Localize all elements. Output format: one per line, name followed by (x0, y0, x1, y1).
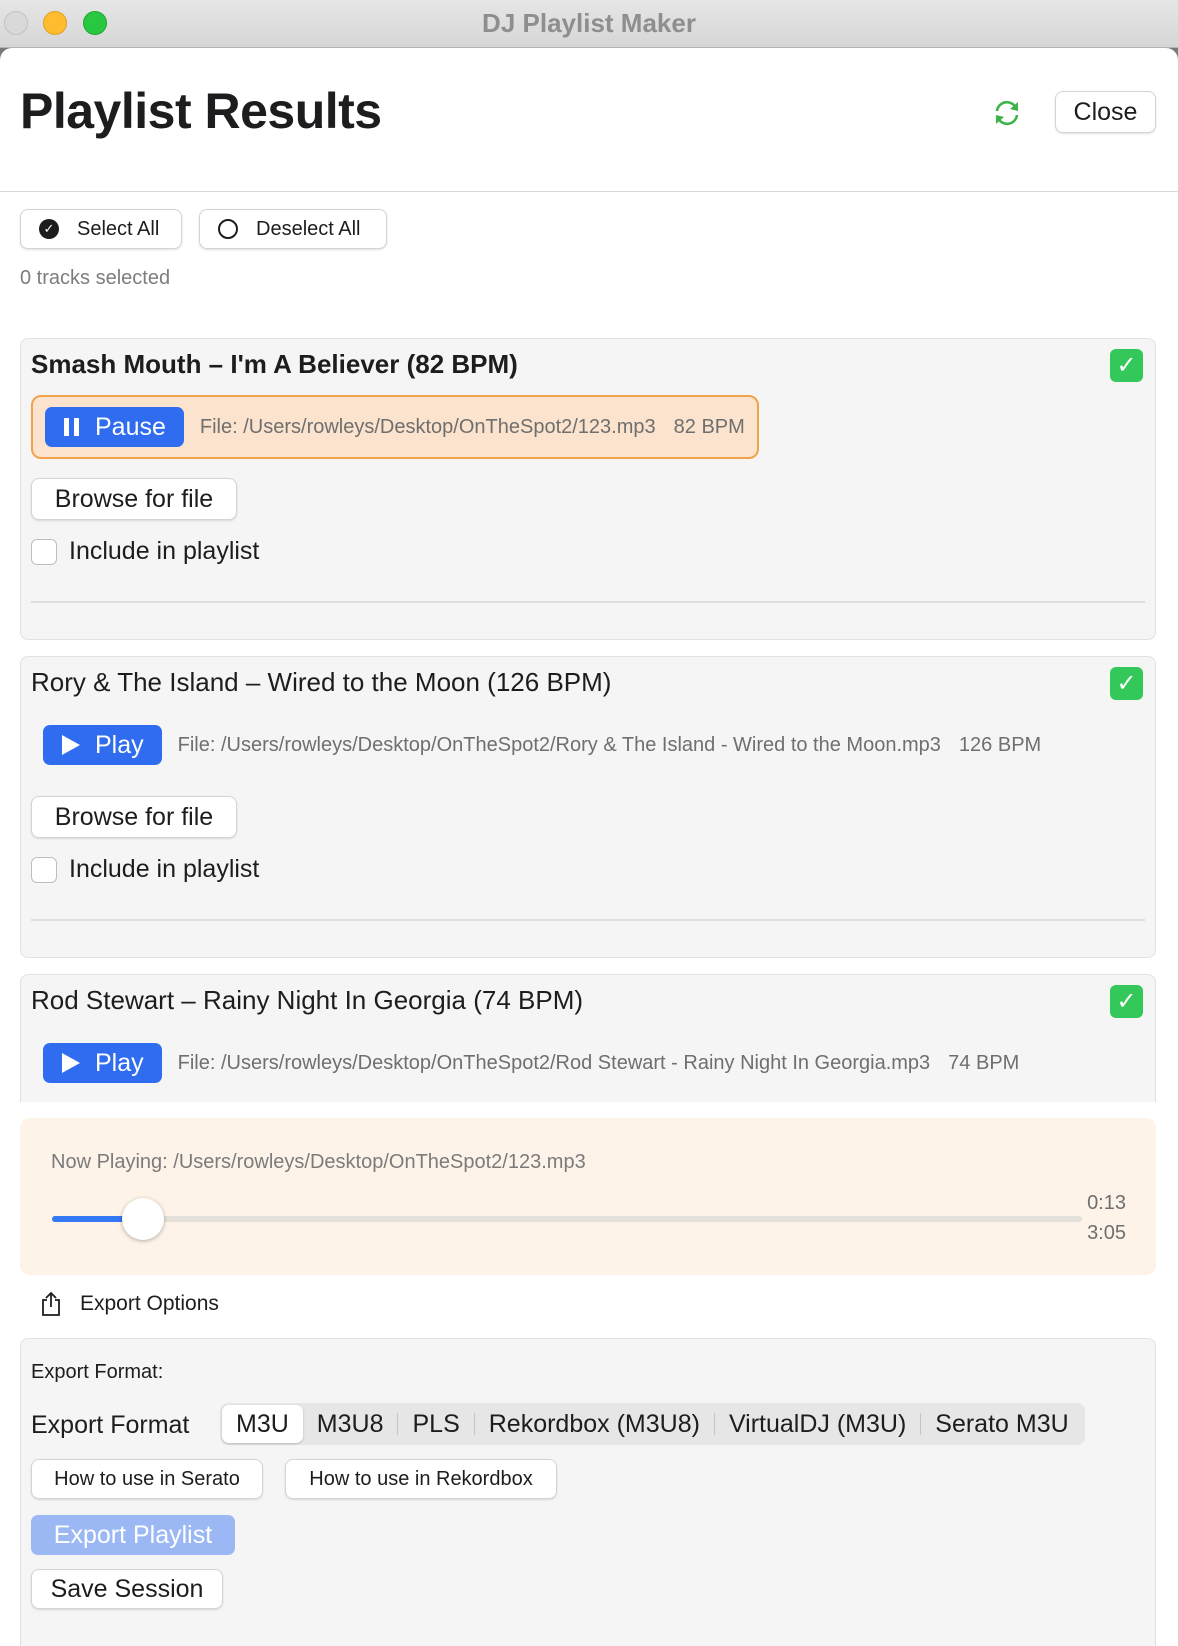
pause-label: Pause (95, 412, 166, 441)
pause-button[interactable]: Pause (45, 407, 184, 447)
track-title: Rod Stewart – Rainy Night In Georgia (74… (31, 985, 584, 1015)
playback-slider[interactable] (52, 1198, 1082, 1240)
time-total: 3:05 (1087, 1222, 1126, 1244)
results-sheet: Playlist Results Close ✓ Select All Dese… (0, 48, 1178, 1646)
checkmark-circle-icon: ✓ (39, 219, 59, 239)
format-option-pls[interactable]: PLS (398, 1405, 473, 1443)
select-all-label: Select All (77, 217, 160, 240)
file-path: File: /Users/rowleys/Desktop/OnTheSpot2/… (177, 1051, 931, 1074)
checkmark-icon: ✓ (1110, 667, 1143, 700)
howto-serato-button[interactable]: How to use in Serato (31, 1459, 263, 1499)
track-card: Rod Stewart – Rainy Night In Georgia (74… (20, 974, 1156, 1102)
window-title: DJ Playlist Maker (482, 8, 696, 38)
include-label: Include in playlist (69, 855, 260, 883)
file-path: File: /Users/rowleys/Desktop/OnTheSpot2/… (177, 733, 941, 756)
export-panel: Export Format: Export Format M3U M3U8 PL… (20, 1338, 1156, 1646)
browse-file-button[interactable]: Browse for file (31, 796, 237, 838)
track-list[interactable]: Smash Mouth – I'm A Believer (82 BPM) ✓ … (0, 338, 1178, 1102)
track-title: Rory & The Island – Wired to the Moon (1… (31, 667, 612, 697)
card-divider (31, 919, 1145, 921)
format-option-virtualdj[interactable]: VirtualDJ (M3U) (715, 1405, 920, 1443)
format-option-m3u8[interactable]: M3U8 (303, 1405, 398, 1443)
export-options-header[interactable]: Export Options (40, 1291, 219, 1317)
play-icon (62, 735, 80, 755)
page-title: Playlist Results (20, 83, 382, 139)
close-button[interactable]: Close (1055, 91, 1156, 133)
howto-rekordbox-button[interactable]: How to use in Rekordbox (285, 1459, 557, 1499)
deselect-all-button[interactable]: Deselect All (199, 209, 387, 249)
now-playing-label: Now Playing: /Users/rowleys/Desktop/OnTh… (51, 1151, 586, 1173)
select-all-button[interactable]: ✓ Select All (20, 209, 182, 249)
browse-file-button[interactable]: Browse for file (31, 478, 237, 520)
export-format-label: Export Format (31, 1411, 190, 1439)
export-format-picker[interactable]: M3U M3U8 PLS Rekordbox (M3U8) VirtualDJ … (220, 1403, 1085, 1445)
save-session-button[interactable]: Save Session (31, 1569, 223, 1609)
playback-slider-thumb[interactable] (121, 1198, 164, 1240)
include-in-playlist-row[interactable]: Include in playlist (31, 855, 259, 884)
include-checkbox[interactable] (31, 856, 57, 883)
checkmark-icon: ✓ (1110, 985, 1143, 1018)
card-divider (31, 601, 1145, 603)
bpm-label: 126 BPM (958, 733, 1042, 756)
deselect-all-label: Deselect All (256, 217, 361, 240)
share-icon (42, 1291, 60, 1316)
file-row: Play File: /Users/rowleys/Desktop/OnTheS… (31, 1031, 1031, 1095)
play-label: Play (95, 1048, 144, 1077)
refresh-icon[interactable] (990, 96, 1024, 130)
file-path: File: /Users/rowleys/Desktop/OnTheSpot2/… (199, 415, 656, 438)
include-in-playlist-row[interactable]: Include in playlist (31, 537, 259, 566)
export-options-label: Export Options (80, 1292, 219, 1315)
play-button[interactable]: Play (43, 725, 162, 765)
file-row-playing: Pause File: /Users/rowleys/Desktop/OnThe… (31, 395, 759, 459)
format-option-serato[interactable]: Serato M3U (921, 1405, 1082, 1443)
track-title: Smash Mouth – I'm A Believer (82 BPM) (31, 349, 518, 379)
export-format-title: Export Format: (31, 1361, 164, 1383)
track-card: Smash Mouth – I'm A Believer (82 BPM) ✓ … (20, 338, 1156, 640)
pause-icon (64, 418, 79, 436)
file-row: Play File: /Users/rowleys/Desktop/OnTheS… (31, 713, 1053, 777)
include-label: Include in playlist (69, 537, 260, 565)
bpm-label: 74 BPM (948, 1051, 1020, 1074)
window-titlebar: DJ Playlist Maker (0, 0, 1178, 48)
export-playlist-button[interactable]: Export Playlist (31, 1515, 235, 1555)
bpm-label: 82 BPM (673, 415, 745, 438)
format-option-rekordbox[interactable]: Rekordbox (M3U8) (475, 1405, 714, 1443)
include-checkbox[interactable] (31, 538, 57, 565)
play-button[interactable]: Play (43, 1043, 162, 1083)
track-card: Rory & The Island – Wired to the Moon (1… (20, 656, 1156, 958)
tracks-selected-count: 0 tracks selected (20, 267, 171, 289)
play-icon (62, 1053, 80, 1073)
empty-circle-icon (218, 219, 238, 239)
time-elapsed: 0:13 (1087, 1192, 1126, 1214)
checkmark-icon: ✓ (1110, 349, 1143, 382)
header-divider (0, 191, 1178, 192)
play-label: Play (95, 730, 144, 759)
now-playing-panel: Now Playing: /Users/rowleys/Desktop/OnTh… (20, 1118, 1156, 1275)
format-option-m3u[interactable]: M3U (222, 1405, 303, 1443)
